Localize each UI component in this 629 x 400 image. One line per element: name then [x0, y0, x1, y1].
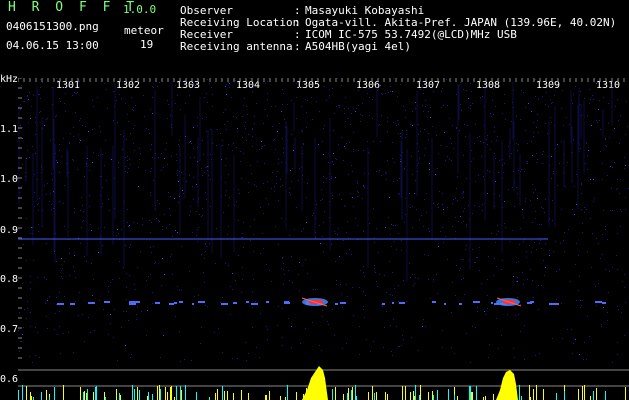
spectrogram	[18, 78, 629, 400]
file-name: 0406151300.png	[6, 20, 99, 33]
y-unit-label: kHz	[0, 74, 19, 85]
app-version: 1.0.0	[123, 3, 157, 16]
noise-field	[18, 78, 629, 363]
meteor-label: meteor	[124, 24, 164, 37]
date-time: 04.06.15 13:00	[6, 39, 99, 52]
meteor-echo-1308	[496, 297, 522, 307]
histogram-peak-1305	[302, 366, 328, 400]
app-title: H R O F F T	[8, 0, 139, 15]
meteor-echo-1305	[301, 297, 328, 307]
echo-baseline	[57, 301, 606, 305]
y-tick-label: 0.8	[0, 274, 19, 285]
y-tick-label: 1.0	[0, 174, 19, 185]
y-tick-label: 0.6	[0, 374, 19, 385]
histogram-peak-1308	[496, 370, 518, 400]
axis-ticks	[18, 78, 625, 359]
y-tick-label: 0.7	[0, 324, 19, 335]
y-tick-label: 1.1	[0, 124, 19, 135]
info-value-antenna: A504HB(yagi 4el)	[305, 40, 411, 53]
meteor-count: 19	[140, 38, 154, 51]
info-label-antenna: Receiving antenna	[180, 40, 293, 53]
info-colon: :	[294, 40, 301, 53]
hrofft-window: H R O F F T 1.0.0 0406151300.png meteor …	[0, 0, 629, 400]
y-tick-label: 0.9	[0, 225, 19, 236]
